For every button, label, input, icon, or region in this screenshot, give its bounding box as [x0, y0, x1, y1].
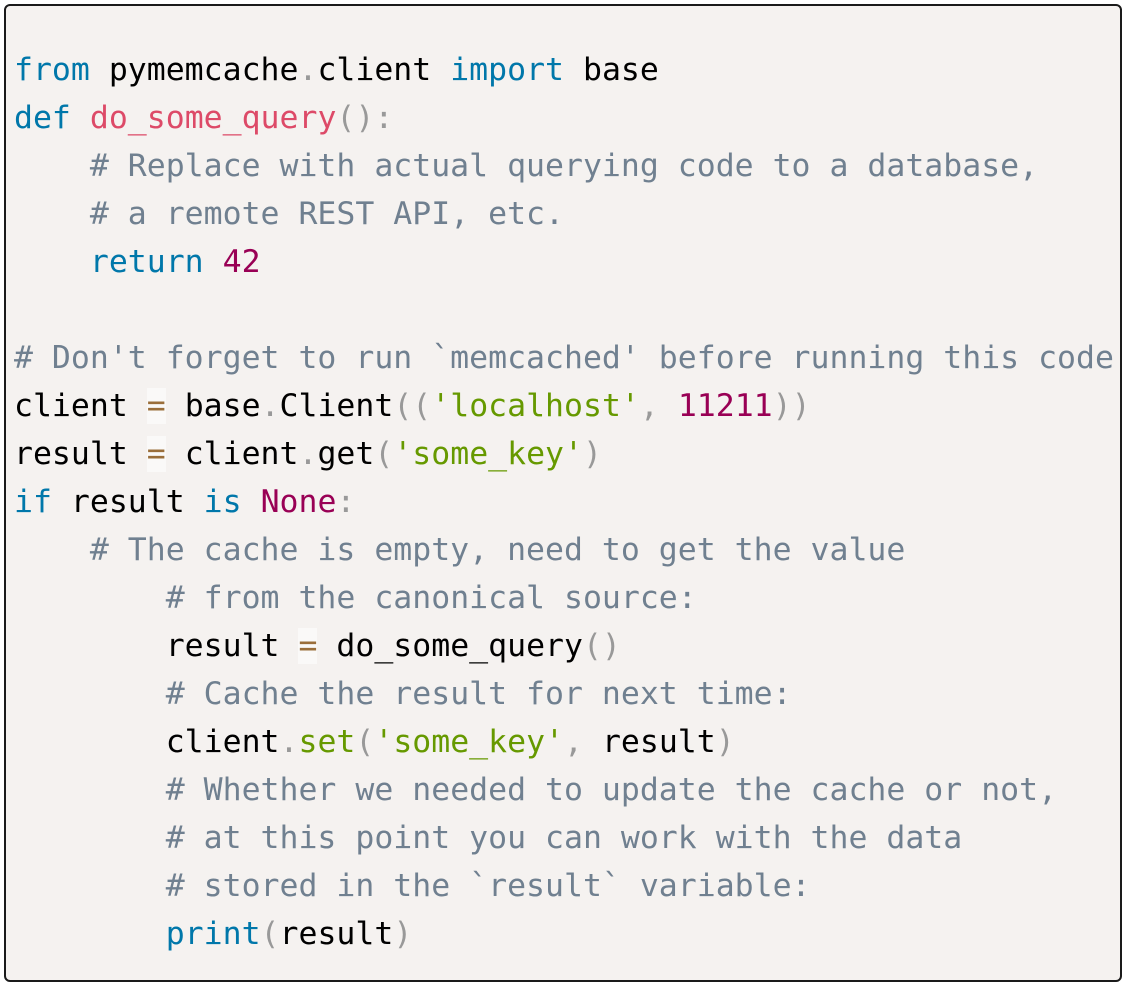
code-punctuation: : — [336, 484, 356, 520]
code-text: do_some_query — [317, 628, 583, 664]
code-keyword: return — [89, 244, 204, 280]
code-line: return 42 — [14, 238, 1114, 286]
code-text: base — [165, 388, 261, 424]
code-number: 42 — [222, 244, 261, 280]
code-block-panel: from pymemcache.client import base def do… — [4, 4, 1122, 982]
code-line: # at this point you can work with the da… — [14, 814, 1114, 862]
code-comment: # a remote REST API, etc. — [89, 196, 564, 232]
code-line: # a remote REST API, etc. — [14, 190, 1114, 238]
code-line: # The cache is empty, need to get the va… — [14, 526, 1114, 574]
code-punctuation: () — [582, 628, 621, 664]
code-string: set — [298, 724, 356, 760]
code-punctuation: , — [639, 388, 659, 424]
code-text: result — [51, 484, 204, 520]
code-number: None — [260, 484, 337, 520]
code-listing: from pymemcache.client import base def do… — [14, 46, 1114, 958]
code-string: 'some_key' — [393, 436, 583, 472]
code-punctuation: (): — [336, 100, 394, 136]
code-keyword: def — [14, 100, 71, 136]
code-comment: # Cache the result for next time: — [165, 676, 792, 712]
code-text: Client — [279, 388, 394, 424]
code-line: from pymemcache.client import base — [14, 46, 1114, 94]
code-text: client — [317, 52, 451, 88]
code-line: result = do_some_query() — [14, 622, 1114, 670]
code-punctuation: . — [260, 388, 280, 424]
code-punctuation: )) — [772, 388, 811, 424]
code-keyword: print — [165, 916, 261, 952]
code-punctuation: ) — [583, 436, 602, 472]
code-line: if result is None: — [14, 478, 1114, 526]
code-punctuation: . — [298, 436, 318, 472]
code-comment: # Whether we needed to update the cache … — [165, 772, 1058, 808]
code-line: # from the canonical source: — [14, 574, 1114, 622]
code-comment: # at this point you can work with the da… — [165, 820, 963, 856]
code-line: def do_some_query(): — [14, 94, 1114, 142]
code-punctuation: . — [279, 724, 299, 760]
code-text: get — [317, 436, 375, 472]
code-line: client = base.Client(('localhost', 11211… — [14, 382, 1114, 430]
code-line: result = client.get('some_key') — [14, 430, 1114, 478]
code-operator: = — [146, 436, 166, 472]
code-line: # Whether we needed to update the cache … — [14, 766, 1114, 814]
code-text: client — [14, 388, 147, 424]
code-operator: = — [298, 628, 318, 664]
code-punctuation: . — [298, 52, 318, 88]
code-keyword: from — [14, 52, 90, 88]
code-text: result — [14, 628, 299, 664]
code-punctuation: ) — [393, 916, 413, 952]
code-keyword: import — [450, 52, 565, 88]
code-line: # Replace with actual querying code to a… — [14, 142, 1114, 190]
code-comment: # Replace with actual querying code to a… — [89, 148, 1039, 184]
code-punctuation: ) — [715, 724, 735, 760]
code-text: client — [165, 436, 299, 472]
code-text: result — [279, 916, 394, 952]
code-punctuation: (( — [393, 388, 432, 424]
code-punctuation: ( — [374, 436, 394, 472]
code-punctuation: ( — [260, 916, 280, 952]
code-punctuation: ( — [355, 724, 375, 760]
code-line: # Cache the result for next time: — [14, 670, 1114, 718]
code-text: result — [14, 436, 147, 472]
code-string: 'some_key' — [374, 724, 565, 760]
code-keyword: is — [203, 484, 242, 520]
code-string: 'localhost' — [431, 388, 640, 424]
code-punctuation: , — [564, 724, 583, 760]
code-text: base — [564, 52, 659, 88]
code-line: # Don't forget to run `memcached' before… — [14, 334, 1114, 382]
code-operator: = — [146, 388, 166, 424]
code-comment: # The cache is empty, need to get the va… — [89, 532, 906, 568]
code-text: client — [14, 724, 280, 760]
code-comment: # stored in the `result` variable: — [165, 868, 811, 904]
code-line: client.set('some_key', result) — [14, 718, 1114, 766]
code-text: pymemcache — [89, 52, 299, 88]
code-keyword: if — [14, 484, 52, 520]
code-text: result — [582, 724, 716, 760]
code-number: 11211 — [677, 388, 773, 424]
code-comment: # from the canonical source: — [165, 580, 697, 616]
code-comment: # Don't forget to run `memcached' before… — [14, 340, 1114, 376]
code-line: # stored in the `result` variable: — [14, 862, 1114, 910]
code-line: print(result) — [14, 910, 1114, 958]
code-function-name: do_some_query — [89, 100, 337, 136]
